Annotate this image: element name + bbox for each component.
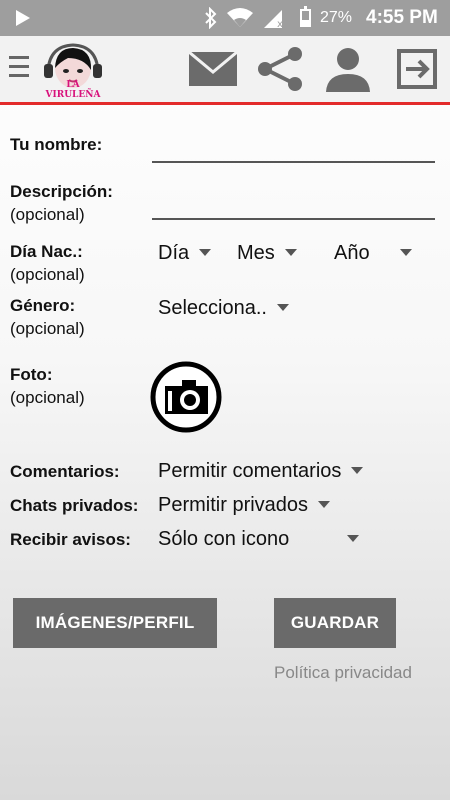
name-input[interactable]: [152, 161, 435, 163]
wifi-icon: [226, 7, 254, 34]
chats-select[interactable]: Permitir privados: [158, 494, 331, 517]
play-icon: [16, 10, 30, 26]
chevron-down-icon: [318, 500, 331, 508]
chevron-down-icon: [399, 248, 412, 256]
chevron-down-icon: [199, 248, 212, 256]
status-bar: x 27% 4:55 PM: [0, 0, 450, 36]
clock: 4:55 PM: [366, 7, 438, 28]
svg-text:x: x: [277, 19, 283, 29]
bluetooth-icon: [204, 6, 218, 34]
logo-text: LA VIRULEÑA: [45, 80, 101, 100]
gender-select[interactable]: Selecciona..: [158, 297, 289, 320]
images-profile-button[interactable]: IMÁGENES/PERFIL: [13, 598, 217, 648]
privacy-policy-link[interactable]: Política privacidad: [274, 663, 412, 683]
logout-icon[interactable]: [396, 48, 438, 95]
save-button[interactable]: GUARDAR: [274, 598, 396, 648]
description-input[interactable]: [152, 218, 435, 220]
chats-label: Chats privados:: [10, 496, 139, 515]
description-label: Descripción: (opcional): [10, 182, 113, 224]
chevron-down-icon: [276, 303, 289, 311]
chevron-down-icon: [284, 248, 297, 256]
app-logo[interactable]: LA VIRULEÑA: [38, 40, 108, 100]
battery-icon: [300, 6, 311, 27]
no-sim-icon: x: [262, 7, 286, 34]
birth-day-select[interactable]: Día: [158, 242, 212, 265]
battery-percent: 27%: [320, 9, 353, 26]
photo-label: Foto: (opcional): [10, 365, 85, 407]
profile-icon[interactable]: [325, 46, 371, 97]
chevron-down-icon: [347, 534, 360, 542]
gender-label: Género: (opcional): [10, 296, 85, 338]
birth-month-select[interactable]: Mes: [237, 242, 297, 265]
birth-label: Día Nac.: (opcional): [10, 242, 85, 284]
comments-label: Comentarios:: [10, 462, 120, 481]
notify-label: Recibir avisos:: [10, 530, 131, 549]
birth-year-select[interactable]: Año: [334, 242, 412, 265]
menu-icon[interactable]: [9, 56, 29, 78]
notify-select[interactable]: Sólo con icono: [158, 528, 360, 551]
chevron-down-icon: [351, 466, 364, 474]
name-label: Tu nombre:: [10, 135, 103, 154]
mail-icon[interactable]: [188, 50, 238, 91]
comments-select[interactable]: Permitir comentarios: [158, 460, 364, 483]
share-icon[interactable]: [256, 46, 304, 97]
camera-icon[interactable]: [150, 361, 222, 433]
